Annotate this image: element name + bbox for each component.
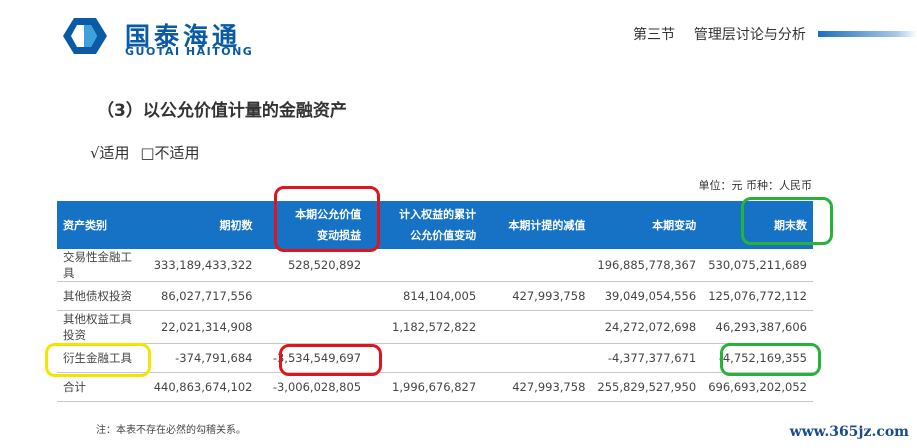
table-cell: 333,189,433,322 (146, 249, 259, 282)
table-cell (482, 343, 592, 373)
table-cell: -3,006,028,805 (258, 372, 368, 402)
applicable-option: √适用 (90, 144, 130, 162)
table-cell: -4,377,377,671 (591, 343, 703, 373)
table-cell: 1,182,572,822 (367, 310, 483, 344)
table-row: 其他债权投资 86,027,717,556 814,104,005 427,99… (57, 281, 813, 311)
table-cell: 696,693,202,052 (702, 372, 813, 402)
chapter-header: 第三节 管理层讨论与分析 (633, 24, 806, 44)
applicability-line: √适用 □不适用 (90, 142, 206, 163)
table-cell: 其他债权投资 (57, 281, 147, 311)
table-header-row: 资产类别 期初数 本期公允价值 变动损益 计入权益的累计 公允价值变动 本期计提的减… (57, 201, 813, 249)
table-cell (258, 281, 368, 311)
header-asset-category: 资产类别 (57, 201, 147, 249)
green-highlight-closing-header (741, 197, 833, 245)
fair-value-table: 资产类别 期初数 本期公允价值 变动损益 计入权益的累计 公允价值变动 本期计提的减… (57, 201, 813, 402)
table-cell (367, 249, 483, 282)
brand-logo: 国泰海通 GUOTAI HAITONG (57, 15, 317, 58)
red-highlight-fv-header (274, 186, 380, 252)
table-cell: 530,075,211,689 (702, 249, 813, 282)
table-cell: 24,272,072,698 (591, 310, 703, 344)
table-cell: 528,520,892 (258, 249, 368, 282)
green-highlight-closing-derivative (720, 343, 821, 376)
brand-emblem-icon (63, 18, 107, 54)
table-cell: 814,104,005 (367, 281, 483, 311)
site-watermark: www.365jz.com (789, 424, 909, 440)
table-cell: 交易性金融工具 (57, 249, 147, 282)
table-cell: 125,076,772,112 (702, 281, 813, 311)
unit-currency-line: 单位：元 币种：人民币 (698, 179, 813, 192)
table-cell: 1,996,676,827 (367, 372, 483, 402)
header-impairment: 本期计提的减值 (482, 201, 592, 249)
header-period-change: 本期变动 (591, 201, 703, 249)
table-cell (482, 249, 592, 282)
table-cell: 196,885,778,367 (591, 249, 703, 282)
table-row: 合计 440,863,674,102 -3,006,028,805 1,996,… (57, 372, 813, 402)
table-note: 注：本表不存在必然的勾稽关系。 (96, 425, 246, 436)
table-cell (367, 343, 483, 373)
chapter-title: 管理层讨论与分析 (693, 27, 806, 43)
table-cell: 440,863,674,102 (146, 372, 259, 402)
red-highlight-fv-derivative (279, 344, 382, 376)
table-cell: -374,791,684 (146, 343, 259, 373)
table-cell: 其他权益工具投资 (57, 310, 147, 344)
brand-name-en: GUOTAI HAITONG (125, 45, 254, 58)
chapter-number: 第三节 (633, 27, 675, 43)
yellow-highlight-derivative-label (45, 343, 151, 377)
table-cell: 46,293,387,606 (702, 310, 813, 344)
table-cell: 22,021,314,908 (146, 310, 259, 344)
header-opening-balance: 期初数 (146, 201, 259, 249)
table-cell: 86,027,717,556 (146, 281, 259, 311)
table-row: 交易性金融工具 333,189,433,322 528,520,892 196,… (57, 249, 813, 282)
section-title: （3）以公允价值计量的金融资产 (97, 101, 347, 121)
not-applicable-option: □不适用 (140, 144, 200, 162)
table-cell: 427,993,758 (482, 281, 592, 311)
header-cumulative-fv-change-equity: 计入权益的累计 公允价值变动 (367, 201, 483, 249)
table-cell (258, 310, 368, 344)
table-row: 其他权益工具投资 22,021,314,908 1,182,572,822 24… (57, 310, 813, 344)
table-cell (482, 310, 592, 344)
table-cell: 39,049,054,556 (591, 281, 703, 311)
header-accent-bar (818, 31, 917, 37)
table-row: 衍生金融工具 -374,791,684 -3,534,549,697 -4,37… (57, 343, 813, 373)
table-cell: 255,829,527,950 (591, 372, 703, 402)
table-cell: 427,993,758 (482, 372, 592, 402)
